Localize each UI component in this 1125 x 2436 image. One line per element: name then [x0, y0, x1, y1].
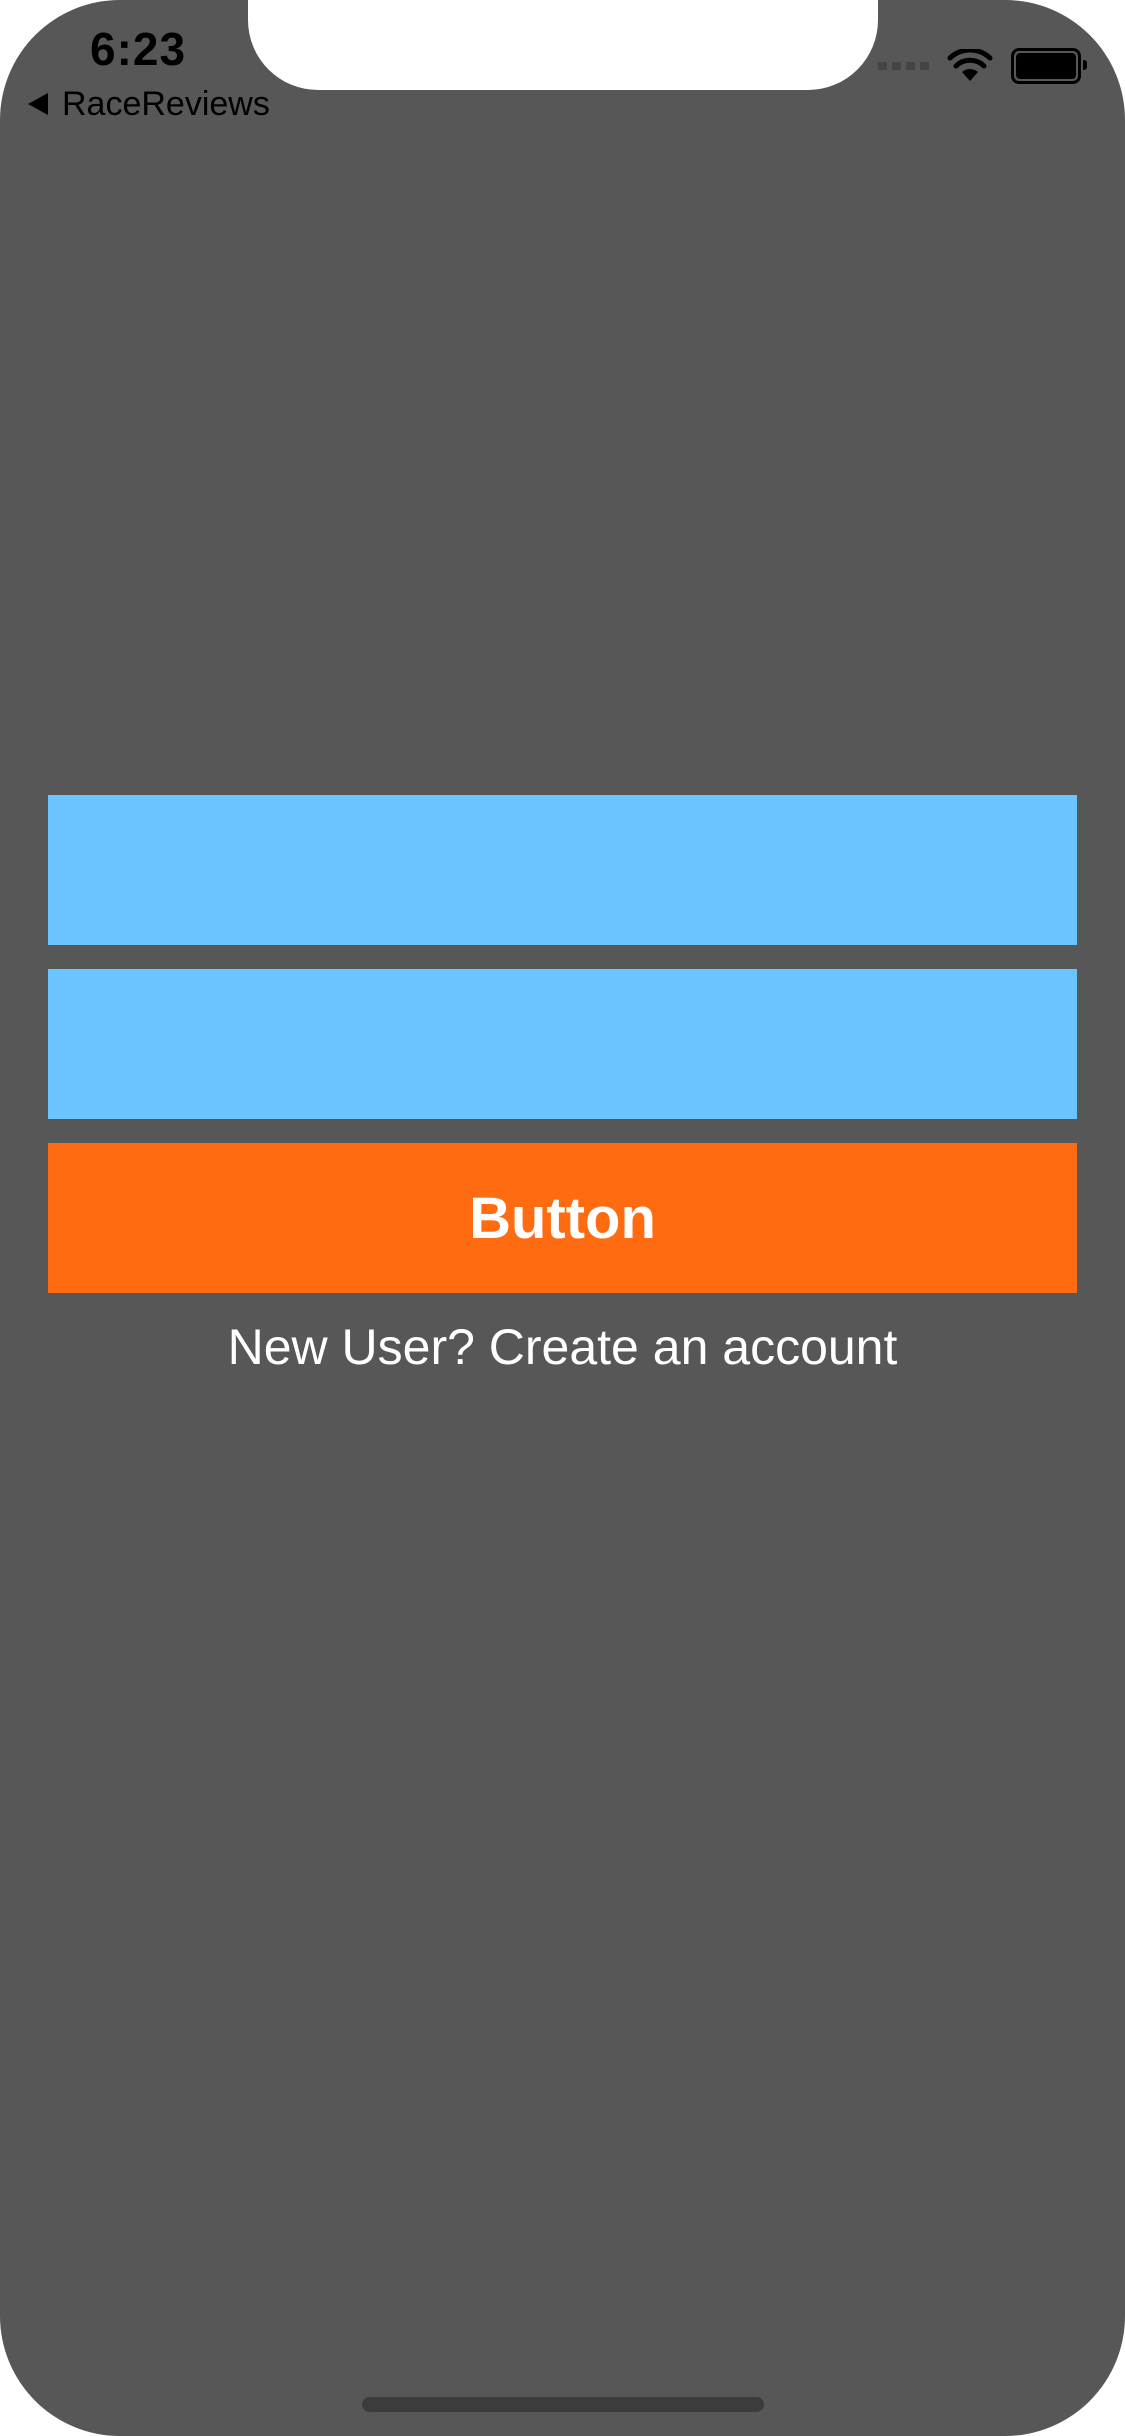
back-to-app-button[interactable]: RaceReviews	[28, 84, 270, 124]
signal-icon	[878, 62, 929, 70]
notch	[248, 0, 878, 90]
home-indicator[interactable]	[362, 2397, 764, 2412]
login-button[interactable]: Button	[48, 1143, 1077, 1293]
status-icons	[878, 48, 1087, 84]
wifi-icon	[947, 49, 993, 81]
battery-icon	[1011, 48, 1087, 84]
create-account-link[interactable]: New User? Create an account	[0, 1318, 1125, 1376]
password-field[interactable]	[48, 969, 1077, 1119]
back-app-label: RaceReviews	[62, 84, 270, 123]
username-field[interactable]	[48, 795, 1077, 945]
device-screen: 6:23 RaceReviews Button New User? Create…	[0, 0, 1125, 2436]
status-time: 6:23	[90, 23, 187, 75]
back-arrow-icon	[28, 93, 48, 115]
